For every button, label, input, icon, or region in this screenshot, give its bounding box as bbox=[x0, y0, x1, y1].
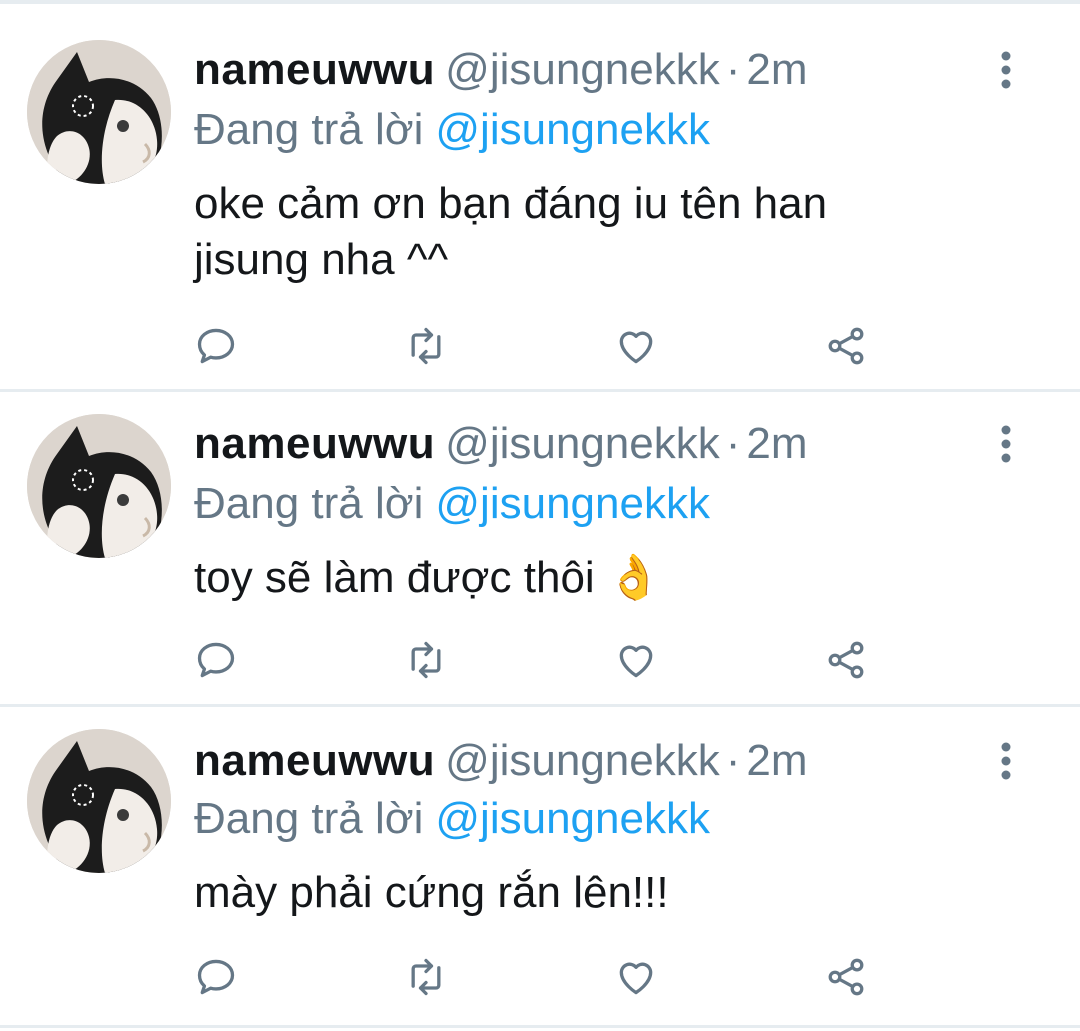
like-button[interactable] bbox=[612, 636, 660, 684]
heart-icon bbox=[619, 645, 653, 678]
more-vertical-icon bbox=[1001, 742, 1011, 780]
separator-dot: · bbox=[725, 419, 741, 468]
reply-icon bbox=[197, 642, 235, 678]
retweet-icon bbox=[411, 958, 441, 996]
cat-avatar-image bbox=[27, 729, 171, 873]
tweet-item[interactable]: nameuwwu @jisungnekkk · 2m Đang trả lời @jis… bbox=[0, 707, 1080, 1031]
reply-icon bbox=[197, 328, 235, 364]
tweet-timestamp[interactable]: 2m bbox=[746, 419, 807, 468]
tweet-item[interactable]: nameuwwu @jisungnekkk · 2m Đang trả lời @jis… bbox=[0, 392, 1080, 707]
reply-button[interactable] bbox=[192, 322, 240, 370]
display-name[interactable]: nameuwwu bbox=[194, 419, 435, 468]
replying-to-line: Đang trả lời @jisungnekkk bbox=[194, 474, 710, 534]
share-button[interactable] bbox=[822, 322, 870, 370]
replying-to-line: Đang trả lời @jisungnekkk bbox=[194, 100, 710, 160]
separator-dot: · bbox=[725, 736, 741, 785]
share-icon bbox=[828, 641, 864, 679]
retweet-button[interactable] bbox=[402, 636, 450, 684]
tweet-header: nameuwwu @jisungnekkk · 2m bbox=[194, 731, 808, 791]
cat-avatar-image bbox=[27, 414, 171, 558]
tweet-timestamp[interactable]: 2m bbox=[746, 45, 807, 94]
share-icon bbox=[828, 327, 864, 365]
heart-icon bbox=[619, 331, 653, 364]
replying-to-label: Đang trả lời bbox=[194, 479, 424, 528]
replying-to-line: Đang trả lời @jisungnekkk bbox=[194, 789, 710, 849]
more-options-button[interactable] bbox=[990, 46, 1022, 94]
avatar[interactable] bbox=[27, 40, 171, 184]
retweet-button[interactable] bbox=[402, 953, 450, 1001]
user-handle[interactable]: @jisungnekkk bbox=[445, 419, 720, 468]
tweet-text-line: oke cảm ơn bạn đáng iu tên han bbox=[194, 179, 828, 228]
avatar[interactable] bbox=[27, 729, 171, 873]
separator-dot: · bbox=[725, 45, 741, 94]
tweet-text-line: mày phải cứng rắn lên!!! bbox=[194, 868, 669, 917]
tweet-divider bbox=[0, 1025, 1080, 1028]
cat-avatar-image bbox=[27, 40, 171, 184]
tweet-timestamp[interactable]: 2m bbox=[746, 736, 807, 785]
user-handle[interactable]: @jisungnekkk bbox=[445, 736, 720, 785]
reply-button[interactable] bbox=[192, 953, 240, 1001]
tweet-item[interactable]: nameuwwu @jisungnekkk · 2m Đang trả lời @jis… bbox=[0, 0, 1080, 392]
share-icon bbox=[828, 958, 864, 996]
share-button[interactable] bbox=[822, 636, 870, 684]
reply-mention-link[interactable]: @jisungnekkk bbox=[435, 479, 710, 528]
retweet-button[interactable] bbox=[402, 322, 450, 370]
avatar[interactable] bbox=[27, 414, 171, 558]
tweet-text: mày phải cứng rắn lên!!! bbox=[194, 865, 1014, 921]
reply-icon bbox=[197, 959, 235, 995]
heart-icon bbox=[619, 962, 653, 995]
reply-mention-link[interactable]: @jisungnekkk bbox=[435, 794, 710, 843]
tweet-text: toy sẽ làm được thôi 👌 bbox=[194, 550, 1014, 606]
reply-mention-link[interactable]: @jisungnekkk bbox=[435, 105, 710, 154]
more-vertical-icon bbox=[1001, 51, 1011, 89]
display-name[interactable]: nameuwwu bbox=[194, 45, 435, 94]
share-button[interactable] bbox=[822, 953, 870, 1001]
like-button[interactable] bbox=[612, 953, 660, 1001]
tweet-text: oke cảm ơn bạn đáng iu tên han jisung nh… bbox=[194, 176, 1014, 288]
tweet-header: nameuwwu @jisungnekkk · 2m bbox=[194, 40, 808, 100]
retweet-icon bbox=[411, 641, 441, 679]
display-name[interactable]: nameuwwu bbox=[194, 736, 435, 785]
reply-button[interactable] bbox=[192, 636, 240, 684]
more-options-button[interactable] bbox=[990, 420, 1022, 468]
user-handle[interactable]: @jisungnekkk bbox=[445, 45, 720, 94]
retweet-icon bbox=[411, 327, 441, 365]
tweet-text-line: toy sẽ làm được thôi 👌 bbox=[194, 553, 662, 602]
tweet-text-line: jisung nha ^^ bbox=[194, 235, 449, 284]
tweet-header: nameuwwu @jisungnekkk · 2m bbox=[194, 414, 808, 474]
more-vertical-icon bbox=[1001, 425, 1011, 463]
like-button[interactable] bbox=[612, 322, 660, 370]
more-options-button[interactable] bbox=[990, 737, 1022, 785]
replying-to-label: Đang trả lời bbox=[194, 105, 424, 154]
replying-to-label: Đang trả lời bbox=[194, 794, 424, 843]
